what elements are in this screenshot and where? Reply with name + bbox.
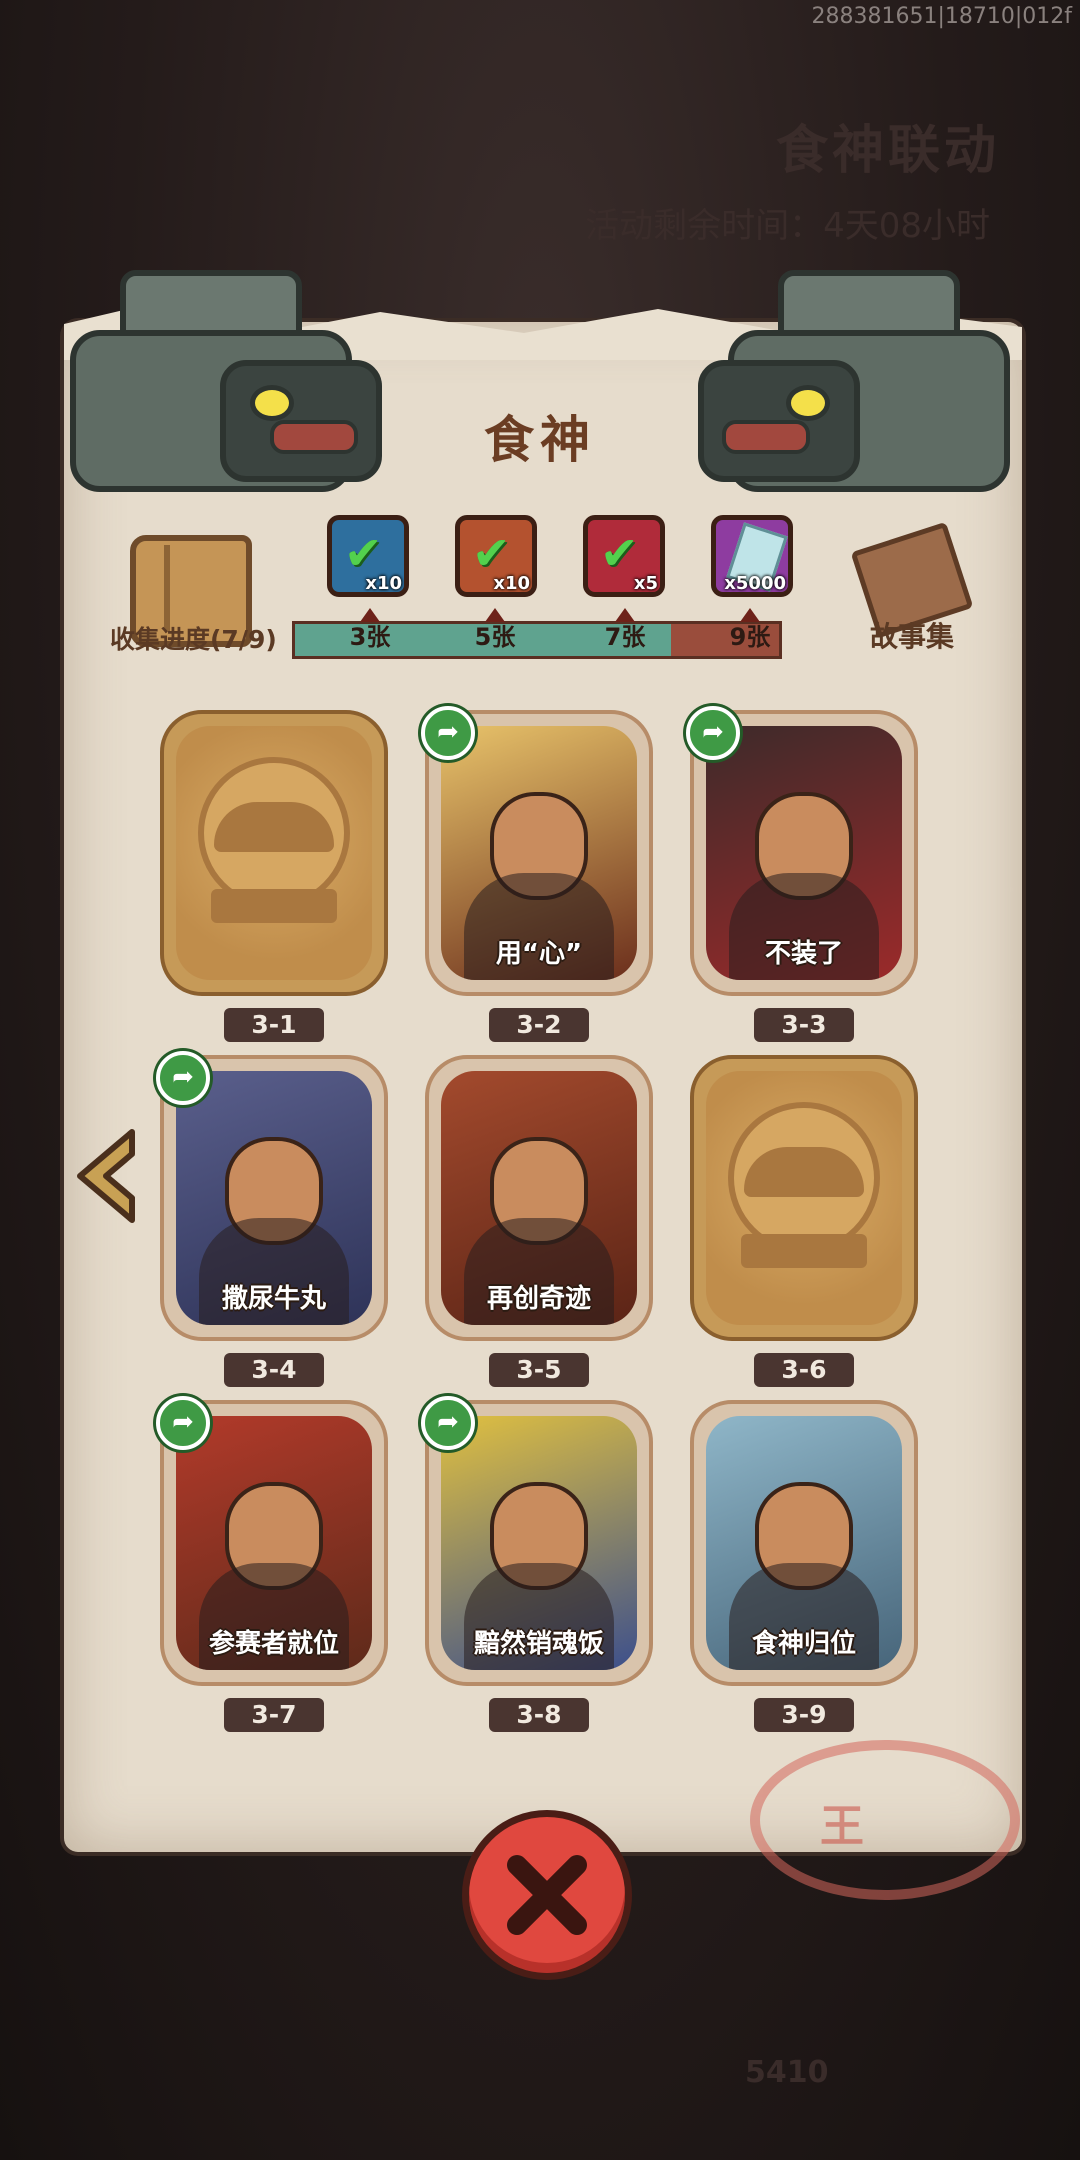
reward-crystal-gem-icon[interactable]: x5000: [711, 515, 793, 597]
story-card-3-9[interactable]: 食神归位: [690, 1400, 918, 1686]
reward-tool-box-icon[interactable]: ✔ x10: [455, 515, 537, 597]
milestone-marker: [740, 608, 760, 622]
share-icon[interactable]: ➦: [421, 706, 475, 760]
story-card-3-1[interactable]: [160, 710, 388, 996]
reward-quantity: x5000: [724, 573, 786, 594]
level-tag: 3-2: [489, 1008, 589, 1042]
seal-stamp: 王: [750, 1740, 1020, 1900]
watermark: 288381651|18710|012f: [811, 4, 1072, 29]
milestone-marker: [360, 608, 380, 622]
locked-banner: [741, 1233, 867, 1268]
card-caption: 再创奇迹: [486, 1284, 591, 1314]
locked-card-art: [176, 726, 372, 980]
locked-card-art: [706, 1071, 902, 1325]
milestone-marker: [615, 608, 635, 622]
card-caption: 用“心”: [495, 939, 583, 969]
card-caption: 参赛者就位: [208, 1629, 339, 1659]
prev-page-button[interactable]: [72, 1126, 142, 1226]
camera-icon: [698, 270, 1050, 510]
reward-quantity: x10: [365, 573, 402, 594]
share-icon[interactable]: ➦: [686, 706, 740, 760]
share-icon[interactable]: ➦: [156, 1051, 210, 1105]
milestone-label: 7张: [604, 623, 646, 651]
level-tag: 3-9: [754, 1698, 854, 1732]
share-icon[interactable]: ➦: [156, 1396, 210, 1450]
story-collection-button[interactable]: 故事集: [870, 615, 954, 655]
card-caption: 不装了: [764, 939, 843, 969]
reward-rainbow-orb-icon[interactable]: ✔ x5: [583, 515, 665, 597]
story-card-3-5[interactable]: 再创奇迹: [425, 1055, 653, 1341]
close-icon: [507, 1855, 587, 1935]
level-tag: 3-4: [224, 1353, 324, 1387]
card-caption: 黯然销魂饭: [473, 1629, 604, 1659]
milestone-label: 9张: [729, 623, 771, 651]
progress-label: 收集进度(7/9): [110, 625, 277, 654]
check-icon: ✔: [344, 526, 383, 580]
chevron-left-icon: [77, 1129, 135, 1223]
card-caption: 撒尿牛丸: [221, 1284, 326, 1314]
reward-quantity: x10: [493, 573, 530, 594]
card-caption: 食神归位: [751, 1629, 856, 1659]
camera-icon: [30, 270, 382, 510]
reward-red-ticket-icon[interactable]: ✔ x10: [327, 515, 409, 597]
footer-number: 5410: [745, 2055, 829, 2090]
level-tag: 3-3: [754, 1008, 854, 1042]
level-tag: 3-7: [224, 1698, 324, 1732]
level-tag: 3-5: [489, 1353, 589, 1387]
level-tag: 3-6: [754, 1353, 854, 1387]
share-icon[interactable]: ➦: [421, 1396, 475, 1450]
milestone-label: 5张: [474, 623, 516, 651]
locked-hat: [214, 802, 334, 853]
story-card-3-6[interactable]: [690, 1055, 918, 1341]
reward-quantity: x5: [633, 573, 658, 594]
level-tag: 3-1: [224, 1008, 324, 1042]
close-button[interactable]: [462, 1810, 632, 1980]
check-icon: ✔: [600, 526, 639, 580]
locked-hat: [744, 1147, 864, 1198]
level-tag: 3-8: [489, 1698, 589, 1732]
event-title: 食神联动: [775, 121, 1000, 181]
locked-banner: [211, 888, 337, 923]
panel-title: 食神: [484, 411, 596, 469]
milestone-label: 3张: [349, 623, 391, 651]
milestone-marker: [485, 608, 505, 622]
check-icon: ✔: [472, 526, 511, 580]
event-timer: 活动剩余时间：4天08小时: [585, 206, 990, 246]
